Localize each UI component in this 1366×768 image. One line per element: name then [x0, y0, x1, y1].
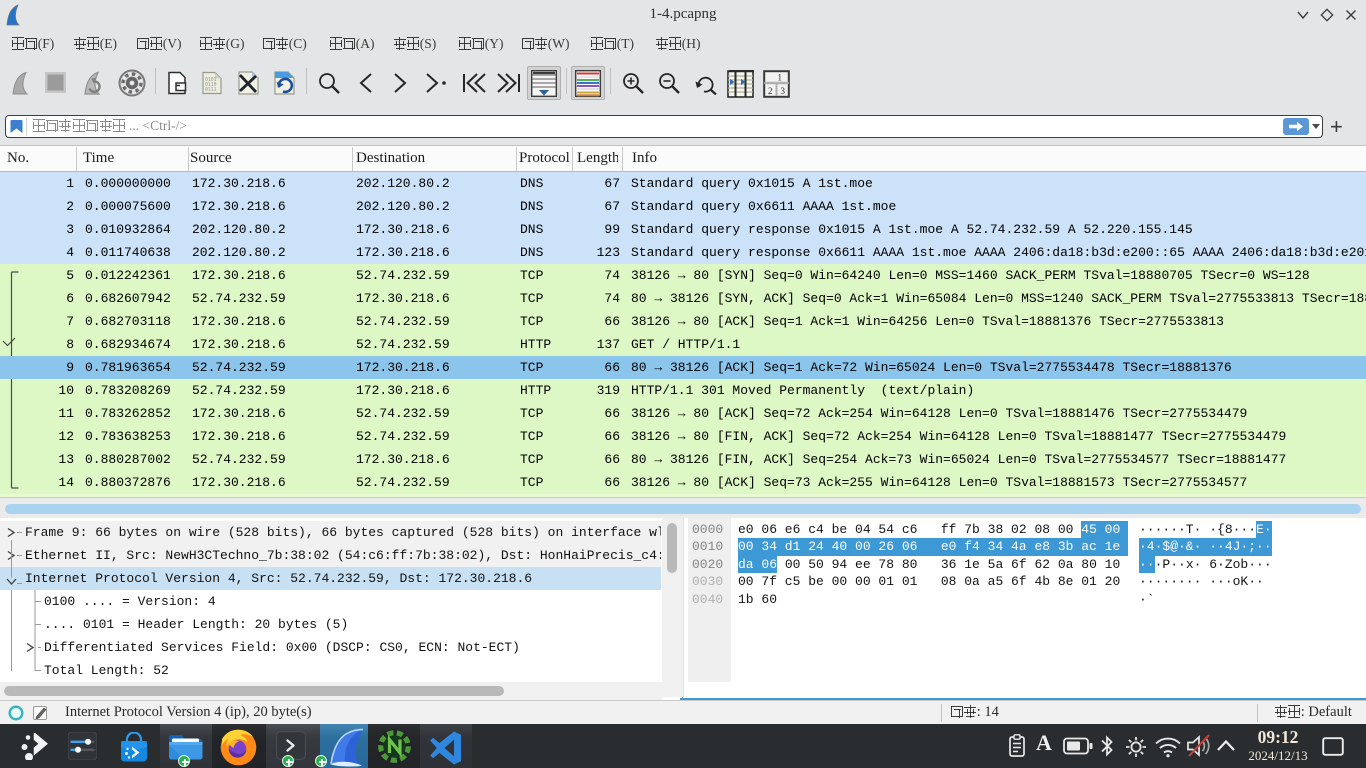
svg-text:3: 3: [781, 86, 786, 96]
svg-text:2: 2: [768, 86, 773, 96]
svg-text:1: 1: [778, 73, 783, 83]
svg-text:0111: 0111: [205, 87, 217, 93]
